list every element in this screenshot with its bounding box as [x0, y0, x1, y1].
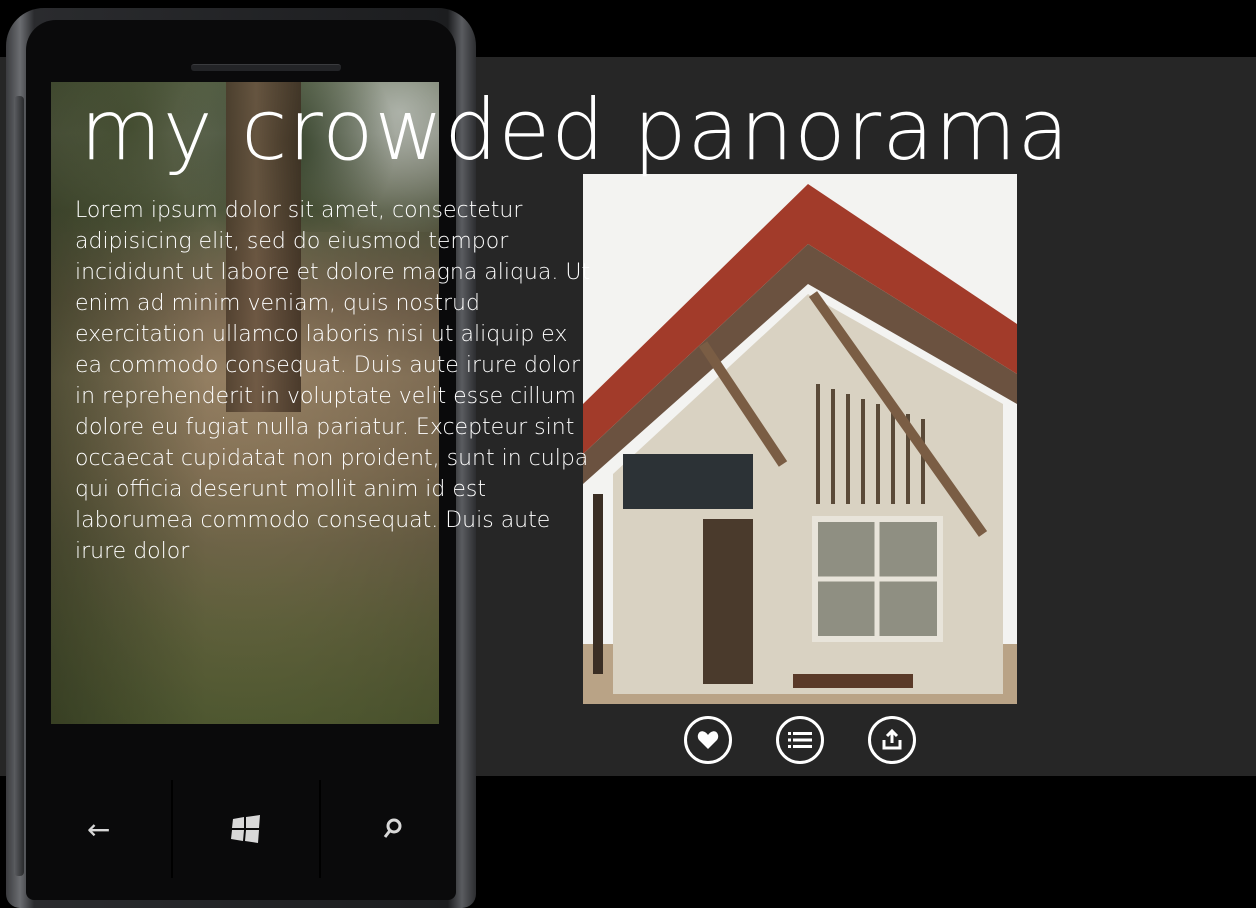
back-arrow-icon: ←: [86, 812, 111, 846]
phone-edge: [14, 96, 24, 876]
details-button[interactable]: [776, 716, 824, 764]
share-button[interactable]: [868, 716, 916, 764]
list-icon: [788, 732, 812, 748]
station-photo[interactable]: [583, 174, 1017, 704]
like-button[interactable]: [684, 716, 732, 764]
search-key[interactable]: [321, 780, 466, 878]
hardware-key-bar: ←: [26, 780, 466, 878]
phone-speaker: [191, 64, 341, 71]
heart-icon: [697, 731, 719, 749]
back-key[interactable]: ←: [26, 780, 171, 878]
photo-app-bar: [583, 704, 1017, 776]
search-icon: [384, 818, 402, 838]
panorama-body-text: Lorem ipsum dolor sit amet, consectetur …: [75, 198, 591, 564]
panorama-title: my crowded panorama: [80, 81, 1070, 179]
station-illustration: [583, 174, 1017, 704]
upload-icon: [882, 728, 902, 750]
windows-start-icon: [230, 815, 260, 843]
start-key[interactable]: [173, 780, 318, 878]
